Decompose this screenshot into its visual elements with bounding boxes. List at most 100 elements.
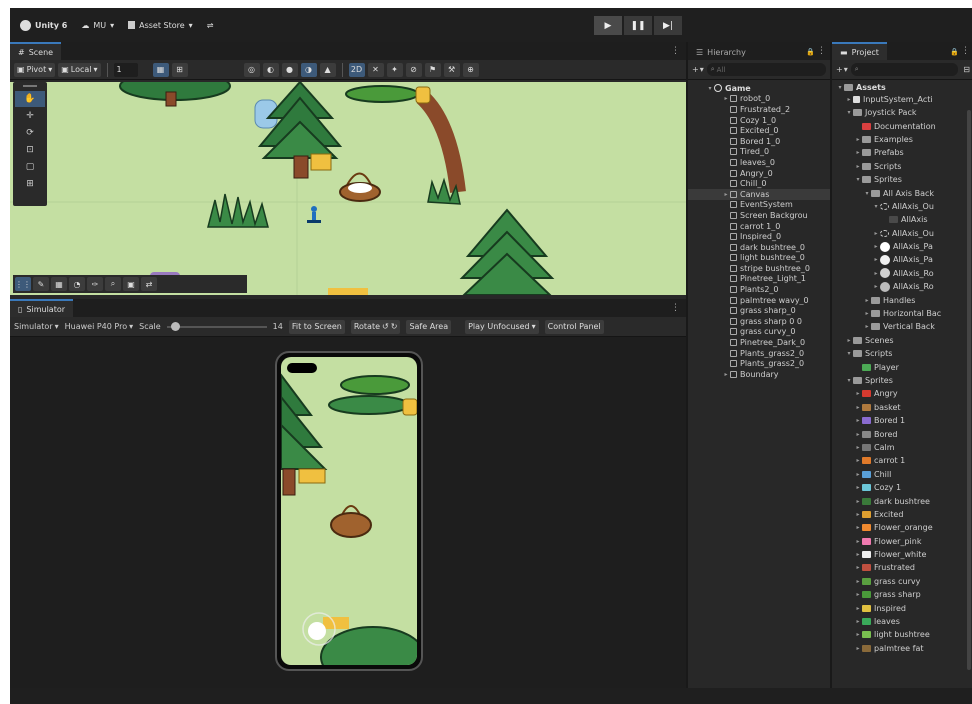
hierarchy-item[interactable]: Angry_0 (688, 168, 830, 179)
tab-project[interactable]: ▬ Project (832, 42, 887, 60)
project-item[interactable]: AllAxis (832, 213, 972, 226)
hierarchy-item[interactable]: Plants_grass2_0 (688, 358, 830, 369)
project-item[interactable]: ▸ Horizontal Bac (832, 307, 972, 320)
project-item[interactable]: ▸ AllAxis_Ou (832, 227, 972, 240)
layers-button[interactable]: ⇌ (207, 21, 214, 30)
hierarchy-item[interactable]: Chill_0 (688, 178, 830, 189)
hierarchy-item[interactable]: ▸ Canvas (688, 188, 830, 200)
local-dropdown[interactable]: ▣ Local ▾ (58, 62, 101, 77)
project-item[interactable]: ▸ Bored 1 (832, 414, 972, 427)
project-search[interactable]: ⌕ (850, 63, 959, 76)
tab-hierarchy[interactable]: ☰ Hierarchy (688, 42, 754, 60)
scale-tool[interactable]: ⊡ (15, 142, 45, 158)
scene-root[interactable]: ▾ Game (688, 83, 830, 94)
hierarchy-item[interactable]: grass sharp_0 (688, 305, 830, 316)
account-button[interactable]: Unity 6 (20, 19, 67, 31)
hierarchy-item[interactable]: Excited_0 (688, 125, 830, 136)
hierarchy-item[interactable]: dark bushtree_0 (688, 242, 830, 253)
hierarchy-item[interactable]: Tired_0 (688, 147, 830, 158)
project-item[interactable]: ▾ Joystick Pack (832, 106, 972, 119)
hierarchy-item[interactable]: light bushtree_0 (688, 253, 830, 264)
project-item[interactable]: ▸ AllAxis_Ro (832, 280, 972, 293)
project-item[interactable]: ▸ Flower_orange (832, 521, 972, 534)
wire-button[interactable]: ◑ (300, 62, 317, 77)
filter-icon[interactable]: ⊟ (963, 65, 970, 74)
overlay-btn-7[interactable]: ⇄ (141, 277, 157, 291)
simulator-menu-icon[interactable]: ⋮ (671, 303, 680, 313)
hierarchy-item[interactable]: grass sharp 0 0 (688, 316, 830, 327)
hierarchy-item[interactable]: carrot 1_0 (688, 221, 830, 232)
grid-snap-input[interactable]: 1 (113, 62, 138, 77)
lock-icon[interactable]: 🔒 (806, 48, 815, 56)
mu-button[interactable]: ☁ MU ▾ (81, 21, 114, 30)
project-item[interactable]: ▸ InputSystem_Acti (832, 93, 972, 106)
draw-mode-button[interactable]: ◎ (243, 62, 260, 77)
hierarchy-search[interactable]: ⌕ All (706, 63, 826, 76)
tools-button[interactable]: ⚒ (443, 62, 460, 77)
project-item[interactable]: ▸ Flower_white (832, 548, 972, 561)
project-item[interactable]: ▸ Inspired (832, 601, 972, 614)
project-item[interactable]: ▸ Cozy 1 (832, 481, 972, 494)
overlay-btn-6[interactable]: ▣ (123, 277, 139, 291)
project-item[interactable]: Player (832, 360, 972, 373)
lighting-button[interactable]: ● (281, 62, 298, 77)
render-button[interactable]: ▲ (319, 62, 336, 77)
project-item[interactable]: ▸ Flower_pink (832, 534, 972, 547)
project-item[interactable]: ▸ basket (832, 401, 972, 414)
fx-button[interactable]: ✦ (386, 62, 403, 77)
project-item[interactable]: ▸ leaves (832, 615, 972, 628)
step-button[interactable]: ▶| (654, 16, 682, 35)
hierarchy-menu-icon[interactable]: ⋮ (817, 46, 826, 56)
hierarchy-item[interactable]: Screen Backgrou (688, 210, 830, 221)
hierarchy-item[interactable]: Inspired_0 (688, 231, 830, 242)
project-item[interactable]: ▸ AllAxis_Ro (832, 267, 972, 280)
rect-tool[interactable]: ▢ (15, 159, 45, 175)
fit-screen-button[interactable]: Fit to Screen (288, 319, 345, 334)
assets-root[interactable]: ▾ Assets (832, 82, 972, 93)
pivot-dropdown[interactable]: ▣ Pivot ▾ (14, 62, 56, 77)
project-item[interactable]: ▾ All Axis Back (832, 186, 972, 199)
audio-button[interactable]: ✕ (367, 62, 384, 77)
tab-scene[interactable]: # Scene (10, 42, 62, 60)
scale-slider[interactable] (166, 321, 267, 332)
project-item[interactable]: ▸ carrot 1 (832, 454, 972, 467)
project-item[interactable]: ▸ Handles (832, 293, 972, 306)
2d-button[interactable]: 2D (348, 62, 365, 77)
project-item[interactable]: ▸ AllAxis_Pa (832, 240, 972, 253)
device-screen[interactable] (281, 357, 417, 665)
overlay-grip[interactable]: ⋮⋮ (15, 277, 31, 291)
hierarchy-item[interactable]: grass curvy_0 (688, 327, 830, 338)
hierarchy-item[interactable]: Pinetree_Dark_0 (688, 337, 830, 348)
project-item[interactable]: ▸ Bored (832, 427, 972, 440)
snap-settings-button[interactable]: ⊞ (171, 62, 188, 77)
overlay-btn-4[interactable]: ✑ (87, 277, 103, 291)
project-item[interactable]: ▸ Prefabs (832, 146, 972, 159)
scene-viewport[interactable]: ✋ ✛ ⟳ ⊡ ▢ ⊞ ⋮⋮ ✎ ▦ ◔ ✑ ⌕ ▣ ⇄ (10, 82, 686, 295)
shading-button[interactable]: ◐ (262, 62, 279, 77)
hand-tool[interactable]: ✋ (15, 91, 45, 107)
hierarchy-item[interactable]: Frustrated_2 (688, 104, 830, 115)
project-item[interactable]: Documentation (832, 119, 972, 132)
scale-slider-handle[interactable] (170, 321, 180, 331)
hierarchy-item[interactable]: leaves_0 (688, 157, 830, 168)
project-item[interactable]: ▾ Sprites (832, 374, 972, 387)
asset-store-button[interactable]: Asset Store ▾ (128, 21, 193, 30)
hierarchy-item[interactable]: Plants_grass2_0 (688, 348, 830, 359)
project-item[interactable]: ▸ AllAxis_Pa (832, 253, 972, 266)
project-item[interactable]: ▸ palmtree fat (832, 642, 972, 655)
project-item[interactable]: ▸ Vertical Back (832, 320, 972, 333)
hierarchy-item[interactable]: Pinetree_Light_1 (688, 274, 830, 285)
hierarchy-item[interactable]: EventSystem (688, 200, 830, 211)
create-button[interactable]: + ▾ (692, 65, 704, 74)
project-item[interactable]: ▸ Examples (832, 133, 972, 146)
safe-area-toggle[interactable]: Safe Area (406, 319, 452, 334)
create-asset-button[interactable]: + ▾ (836, 65, 848, 74)
project-item[interactable]: ▸ dark bushtree (832, 494, 972, 507)
overlay-btn-2[interactable]: ▦ (51, 277, 67, 291)
project-item[interactable]: ▸ grass sharp (832, 588, 972, 601)
move-tool[interactable]: ✛ (15, 108, 45, 124)
overlay-btn-5[interactable]: ⌕ (105, 277, 121, 291)
hierarchy-item[interactable]: ▸ robot_0 (688, 94, 830, 105)
hierarchy-item[interactable]: ▸ Boundary (688, 369, 830, 380)
project-item[interactable]: ▸ Scenes (832, 334, 972, 347)
